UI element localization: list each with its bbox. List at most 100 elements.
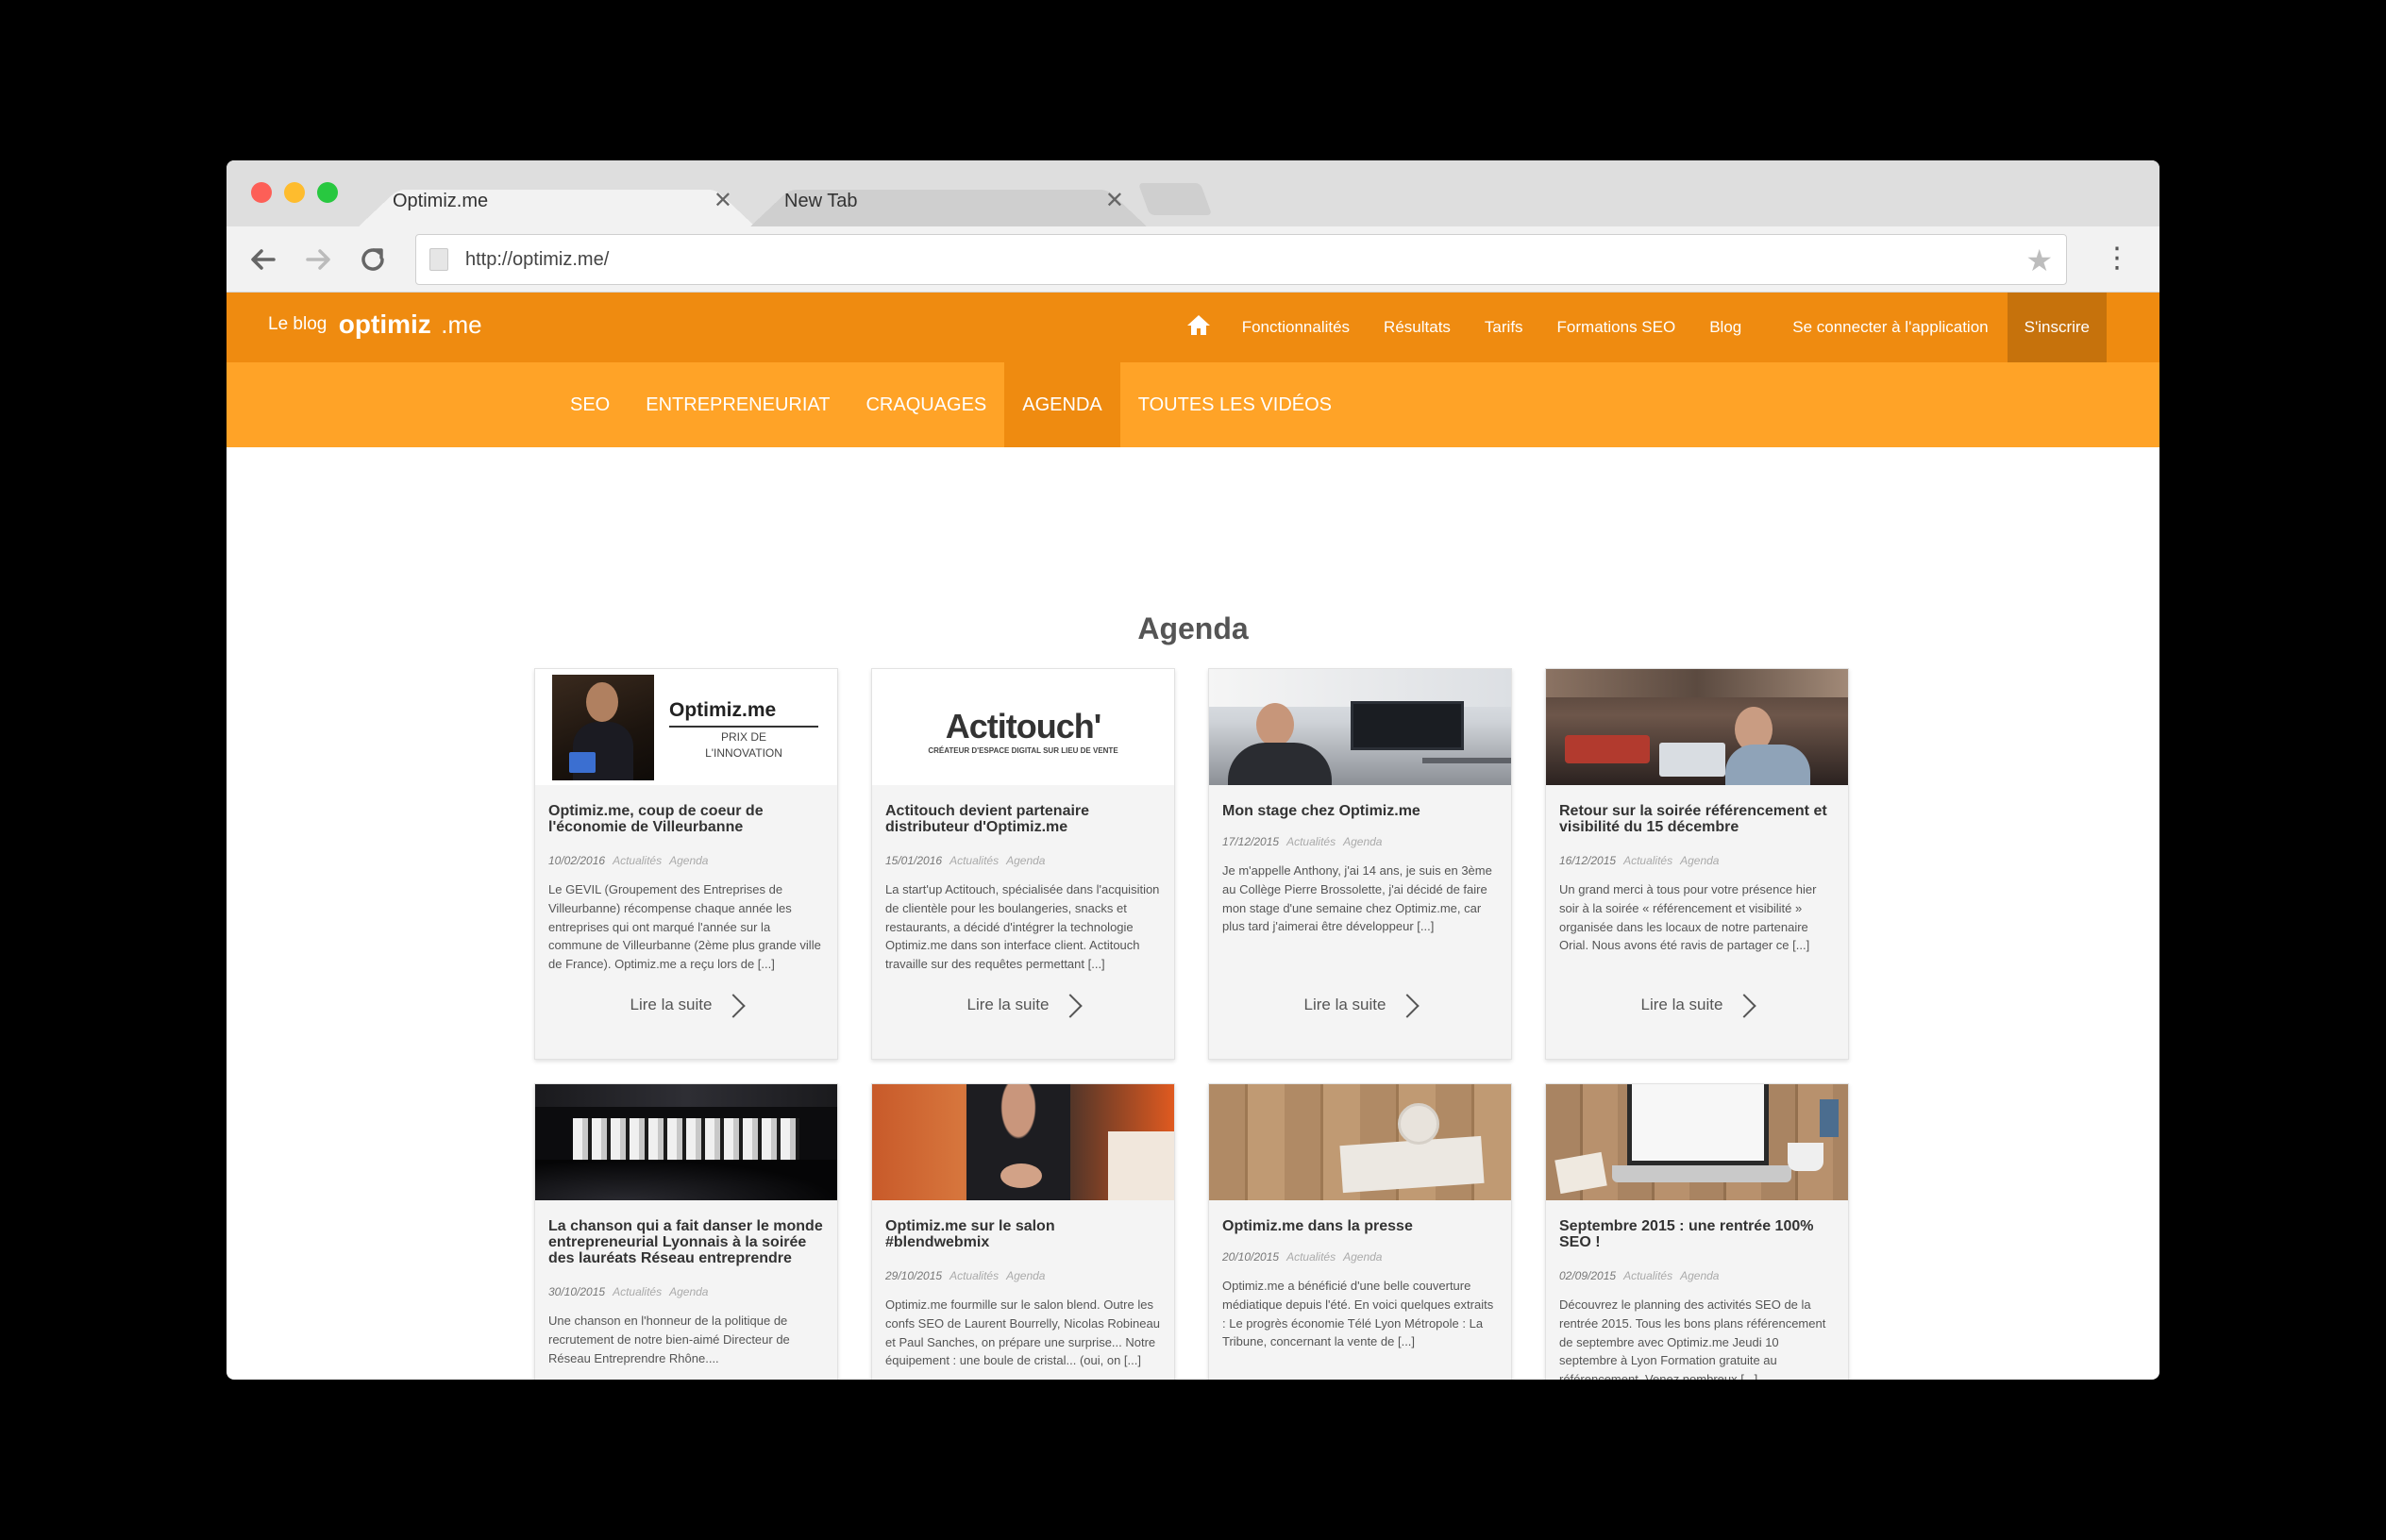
site-header: Le blog optimiz .me Fonctionnalités Résu… xyxy=(227,293,2159,362)
article-card[interactable]: La chanson qui a fait danser le monde en… xyxy=(534,1083,838,1380)
category-seo[interactable]: SEO xyxy=(552,362,628,447)
card-date: 20/10/2015 xyxy=(1222,1250,1280,1264)
nav-fonctionnalites[interactable]: Fonctionnalités xyxy=(1225,318,1367,337)
close-window-button[interactable] xyxy=(251,182,272,203)
read-more-link[interactable]: Lire la suite xyxy=(872,993,1174,1018)
card-tag[interactable]: Agenda xyxy=(1680,1269,1719,1282)
card-title[interactable]: Optimiz.me, coup de coeur de l'économie … xyxy=(548,803,826,836)
card-tag[interactable]: Agenda xyxy=(1680,854,1719,867)
address-bar[interactable]: http://optimiz.me/ ★ xyxy=(415,234,2067,285)
nav-resultats[interactable]: Résultats xyxy=(1367,318,1468,337)
card-meta: 20/10/2015 Actualités Agenda xyxy=(1222,1250,1382,1264)
new-tab-button[interactable] xyxy=(1137,183,1213,215)
category-craquages[interactable]: CRAQUAGES xyxy=(848,362,1004,447)
card-date: 16/12/2015 xyxy=(1559,854,1617,867)
card-meta: 30/10/2015 Actualités Agenda xyxy=(548,1285,708,1298)
card-tag[interactable]: Agenda xyxy=(1006,854,1045,867)
card-date: 17/12/2015 xyxy=(1222,835,1280,848)
card-thumbnail[interactable] xyxy=(1546,669,1848,785)
read-more-label: Lire la suite xyxy=(1303,996,1386,1013)
card-tag[interactable]: Actualités xyxy=(949,1269,999,1282)
chevron-right-icon xyxy=(1732,993,1757,1018)
card-meta: 10/02/2016 Actualités Agenda xyxy=(548,854,708,867)
chevron-right-icon xyxy=(721,993,747,1018)
card-thumbnail[interactable]: Optimiz.me PRIX DE L'INNOVATION xyxy=(535,669,837,785)
card-title[interactable]: La chanson qui a fait danser le monde en… xyxy=(548,1218,826,1266)
card-tag[interactable]: Agenda xyxy=(1343,1250,1382,1264)
card-tag[interactable]: Agenda xyxy=(669,854,708,867)
maximize-window-button[interactable] xyxy=(317,182,338,203)
card-tag[interactable]: Actualités xyxy=(1286,1250,1336,1264)
card-date: 15/01/2016 xyxy=(885,854,943,867)
tab-close-icon[interactable]: ✕ xyxy=(1105,187,1124,214)
article-card[interactable]: Optimiz.me PRIX DE L'INNOVATION Optimiz.… xyxy=(534,668,838,1060)
nav-tarifs[interactable]: Tarifs xyxy=(1468,318,1540,337)
article-card[interactable]: Retour sur la soirée référencement et vi… xyxy=(1545,668,1849,1060)
card-thumbnail[interactable]: Actitouch' CRÉATEUR D'ESPACE DIGITAL SUR… xyxy=(872,669,1174,785)
tab-title: New Tab xyxy=(784,191,858,211)
card-tag[interactable]: Agenda xyxy=(1343,835,1382,848)
tab-close-icon[interactable]: ✕ xyxy=(714,187,732,214)
card-thumbnail[interactable] xyxy=(872,1084,1174,1200)
card-thumbnail[interactable] xyxy=(1209,1084,1511,1200)
card-thumbnail[interactable] xyxy=(1546,1084,1848,1200)
article-card[interactable]: Optimiz.me sur le salon #blendwebmix 29/… xyxy=(871,1083,1175,1380)
card-date: 10/02/2016 xyxy=(548,854,606,867)
site-logo[interactable]: Le blog optimiz .me xyxy=(268,310,482,340)
thumb-optimiz-brand: Optimiz.me xyxy=(669,699,777,721)
nav-login[interactable]: Se connecter à l'application xyxy=(1775,318,2005,337)
read-more-link[interactable]: Lire la suite xyxy=(1209,993,1511,1018)
card-thumbnail[interactable] xyxy=(1209,669,1511,785)
chevron-right-icon xyxy=(1395,993,1420,1018)
card-tag[interactable]: Actualités xyxy=(1623,854,1672,867)
star-icon[interactable]: ★ xyxy=(2025,243,2053,278)
card-tag[interactable]: Agenda xyxy=(1006,1269,1045,1282)
more-menu-icon[interactable]: ⋮ xyxy=(2103,242,2131,276)
thumb-actitouch-brand: Actitouch' xyxy=(945,707,1102,745)
card-excerpt: Optimiz.me a bénéficié d'une belle couve… xyxy=(1222,1279,1494,1349)
article-card[interactable]: Mon stage chez Optimiz.me 17/12/2015 Actu… xyxy=(1208,668,1512,1060)
card-tag[interactable]: Actualités xyxy=(1623,1269,1672,1282)
category-toutes-les-videos[interactable]: TOUTES LES VIDÉOS xyxy=(1120,362,1350,447)
article-card[interactable]: Optimiz.me dans la presse 20/10/2015 Actu… xyxy=(1208,1083,1512,1380)
url-text[interactable]: http://optimiz.me/ xyxy=(465,249,609,271)
thumb-prize-line1: PRIX DE xyxy=(720,730,766,744)
nav-formations-seo[interactable]: Formations SEO xyxy=(1540,318,1693,337)
reload-icon[interactable] xyxy=(355,242,391,277)
card-title[interactable]: Mon stage chez Optimiz.me xyxy=(1222,803,1500,820)
browser-window: Optimiz.me ✕ New Tab ✕ http://optimiz.me… xyxy=(227,160,2159,1380)
back-arrow-icon[interactable] xyxy=(245,242,281,277)
tab-optimiz[interactable]: Optimiz.me ✕ xyxy=(359,177,755,226)
category-agenda[interactable]: AGENDA xyxy=(1004,362,1120,447)
read-more-link[interactable]: Lire la suite xyxy=(535,993,837,1018)
card-title[interactable]: Optimiz.me dans la presse xyxy=(1222,1218,1500,1235)
card-meta: 02/09/2015 Actualités Agenda xyxy=(1559,1269,1719,1282)
card-tag[interactable]: Agenda xyxy=(669,1285,708,1298)
card-tag[interactable]: Actualités xyxy=(949,854,999,867)
nav-blog[interactable]: Blog xyxy=(1692,318,1758,337)
card-meta: 29/10/2015 Actualités Agenda xyxy=(885,1269,1045,1282)
tab-new-tab[interactable]: New Tab ✕ xyxy=(750,177,1147,226)
article-card[interactable]: Actitouch' CRÉATEUR D'ESPACE DIGITAL SUR… xyxy=(871,668,1175,1060)
signup-button[interactable]: S'inscrire xyxy=(2007,293,2107,362)
read-more-label: Lire la suite xyxy=(1640,996,1723,1013)
card-title[interactable]: Actitouch devient partenaire distributeu… xyxy=(885,803,1163,836)
category-bar: SEO ENTREPRENEURIAT CRAQUAGES AGENDA TOU… xyxy=(227,362,2159,447)
forward-arrow-icon[interactable] xyxy=(300,242,336,277)
card-excerpt: Une chanson en l'honneur de la politique… xyxy=(548,1314,790,1365)
card-tag[interactable]: Actualités xyxy=(1286,835,1336,848)
home-icon[interactable] xyxy=(1172,313,1225,343)
card-tag[interactable]: Actualités xyxy=(613,1285,662,1298)
category-entrepreneuriat[interactable]: ENTREPRENEURIAT xyxy=(628,362,848,447)
card-title[interactable]: Retour sur la soirée référencement et vi… xyxy=(1559,803,1837,836)
card-tag[interactable]: Actualités xyxy=(613,854,662,867)
card-title[interactable]: Optimiz.me sur le salon #blendwebmix xyxy=(885,1218,1163,1251)
card-meta: 16/12/2015 Actualités Agenda xyxy=(1559,854,1719,867)
card-thumbnail[interactable] xyxy=(535,1084,837,1200)
article-card[interactable]: Septembre 2015 : une rentrée 100% SEO ! … xyxy=(1545,1083,1849,1380)
minimize-window-button[interactable] xyxy=(284,182,305,203)
read-more-link[interactable]: Lire la suite xyxy=(1546,993,1848,1018)
read-more-label: Lire la suite xyxy=(630,996,713,1013)
card-title[interactable]: Septembre 2015 : une rentrée 100% SEO ! xyxy=(1559,1218,1837,1251)
page-title: Agenda xyxy=(1137,611,1249,645)
